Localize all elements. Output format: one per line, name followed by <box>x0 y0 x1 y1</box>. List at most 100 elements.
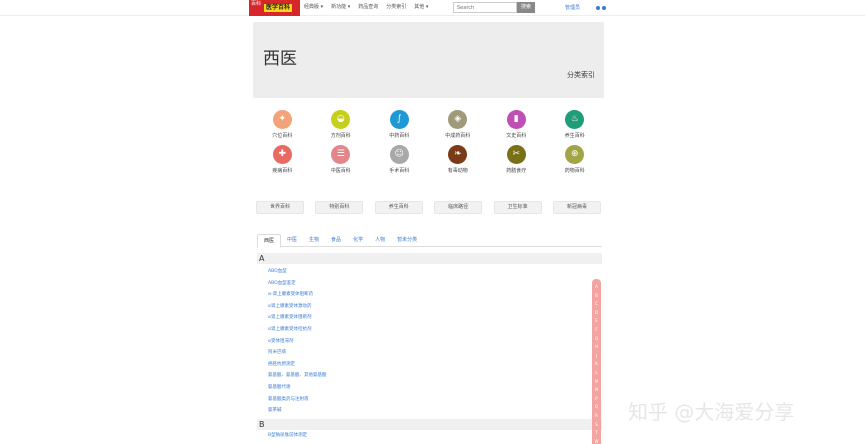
alphabet-letter[interactable]: F <box>595 326 597 335</box>
poisonous-animal-icon: ❧ <box>448 145 468 164</box>
disease-icon: ✚ <box>272 145 292 164</box>
nav-item-new-features[interactable]: 新功能 ▾ <box>331 3 350 12</box>
nav-item-category-index[interactable]: 分类索引 <box>386 3 406 12</box>
alphabet-letter[interactable]: C <box>595 300 598 309</box>
category-button[interactable]: 养生百科 <box>374 201 423 214</box>
category-item[interactable]: ◈ 中成药百科 <box>429 110 488 139</box>
alphabet-letter[interactable]: S <box>595 421 598 430</box>
letter-header-b: B <box>257 419 602 430</box>
entry-link[interactable]: α肾上腺素受体激动药 <box>268 301 327 313</box>
category-label: 有毒动物 <box>447 168 468 174</box>
category-item[interactable]: ✚ 疾病百科 <box>253 145 312 174</box>
category-label: 养生百科 <box>564 133 585 139</box>
alphabet-letter[interactable]: A <box>595 283 598 292</box>
category-button[interactable]: 临床路径 <box>434 201 483 214</box>
main-nav: 经典版 ▾ 新功能 ▾ 药品查询 分类索引 其他 ▾ <box>304 3 428 12</box>
category-label: 中药百科 <box>389 133 410 139</box>
category-item[interactable]: ◒ 方剂百科 <box>312 110 371 139</box>
herb-icon: ∫ <box>389 110 409 129</box>
top-bar: 百科 医学百科 经典版 ▾ 新功能 ▾ 药品查询 分类索引 其他 ▾ 搜索 管理… <box>0 0 865 16</box>
entry-link[interactable]: 氨基酸、氨基酸、其他氨基酸 <box>268 370 327 382</box>
entry-link[interactable]: 氨基酸代谢 <box>268 382 327 394</box>
watermark: 知乎 @大海爱分享 <box>628 400 795 424</box>
surgery-icon: ☺ <box>389 145 409 164</box>
entry-link[interactable]: B型钠尿肽前体测定 <box>268 432 307 438</box>
category-item[interactable]: ❧ 有毒动物 <box>429 145 488 174</box>
tcm-icon: ☰ <box>331 145 351 164</box>
tab-item[interactable]: 化学 <box>347 234 369 246</box>
alphabet-letter[interactable]: T <box>595 429 597 438</box>
category-label: 中成药百科 <box>445 133 471 139</box>
category-item[interactable]: ☺ 手术百科 <box>370 145 429 174</box>
category-item[interactable]: ∫ 中药百科 <box>370 110 429 139</box>
tab-item[interactable]: 食品 <box>325 234 347 246</box>
category-item[interactable]: ♨ 养生百科 <box>546 110 605 139</box>
tab-item[interactable]: 人物 <box>369 234 391 246</box>
status-dot-icon <box>596 6 600 10</box>
tab-item[interactable]: 生物 <box>303 234 325 246</box>
entry-link[interactable]: 癌胚抗原测定 <box>268 359 327 371</box>
alphabet-letter[interactable]: H <box>595 343 598 352</box>
alphabet-letter[interactable]: D <box>595 309 598 318</box>
entry-link[interactable]: 氨茶碱 <box>268 405 327 417</box>
alphabet-letter[interactable]: G <box>595 335 598 344</box>
drug-icon: ⊕ <box>565 145 585 164</box>
alphabet-letter[interactable]: J <box>596 352 597 361</box>
entry-link[interactable]: ABO血型 <box>268 266 327 278</box>
nav-item-other[interactable]: 其他 ▾ <box>414 3 428 12</box>
tab-item[interactable]: 西医 <box>257 234 282 248</box>
category-label: 手术百科 <box>389 168 410 174</box>
alphabet-letter[interactable]: B <box>595 292 598 301</box>
search-button[interactable]: 搜索 <box>517 2 535 13</box>
alphabet-letter[interactable]: M <box>595 378 598 387</box>
category-button[interactable]: 世界百科 <box>256 201 304 214</box>
entry-link[interactable]: 阿米巴病 <box>268 347 327 359</box>
entry-link[interactable]: α受体阻滞剂 <box>268 336 327 348</box>
category-label: 文史百科 <box>506 133 527 139</box>
category-item[interactable]: ▮ 文史百科 <box>487 110 546 139</box>
category-icon-grid: ✦ 穴位百科 ◒ 方剂百科 ∫ 中药百科 ◈ 中成药百科 ▮ 文史百科 ♨ 养生百科 ✚ 疾病百科 ☰ 中医百… <box>253 110 604 174</box>
diet-therapy-icon: ✂ <box>506 145 526 164</box>
category-item[interactable]: ⊕ 药物百科 <box>546 145 605 174</box>
admin-link[interactable]: 管理员 <box>565 4 580 11</box>
category-button[interactable]: 新冠病毒 <box>552 201 601 214</box>
nav-item-classic[interactable]: 经典版 ▾ <box>304 3 323 12</box>
category-index-link[interactable]: 分类索引 <box>567 70 595 80</box>
alphabet-letter[interactable]: R <box>595 412 598 421</box>
entry-link[interactable]: α肾上腺素受体阻断剂 <box>268 312 327 324</box>
entry-list-a: ABO血型 ABO血型鉴定 α-肾上腺素受体阻断药 α肾上腺素受体激动药 α肾上腺素受体… <box>268 266 327 417</box>
category-label: 方剂百科 <box>330 133 351 139</box>
alphabet-letter[interactable]: Q <box>595 403 598 412</box>
tab-item[interactable]: 中医 <box>281 234 303 246</box>
page-header: 西医 分类索引 <box>253 22 604 98</box>
category-item[interactable]: ✦ 穴位百科 <box>253 110 312 139</box>
logo-mark: 百科 <box>251 1 262 7</box>
page-title: 西医 <box>263 49 297 69</box>
health-icon: ♨ <box>565 110 585 129</box>
entry-link[interactable]: α肾上腺素受体拮抗剂 <box>268 324 327 336</box>
category-item[interactable]: ☰ 中医百科 <box>312 145 371 174</box>
history-icon: ▮ <box>506 110 526 129</box>
category-label: 中医百科 <box>330 168 351 174</box>
search-input[interactable] <box>453 2 517 13</box>
entry-link[interactable]: ABO血型鉴定 <box>268 278 327 290</box>
acupoint-icon: ✦ <box>272 110 292 129</box>
status-dot-icon <box>602 6 606 10</box>
entry-link[interactable]: α-肾上腺素受体阻断药 <box>268 289 327 301</box>
entry-link[interactable]: 氨基酸类药与注射液 <box>268 394 327 406</box>
alphabet-letter[interactable]: N <box>595 386 598 395</box>
alphabet-letter[interactable]: E <box>595 317 598 326</box>
alphabet-letter[interactable]: L <box>595 369 597 378</box>
category-button[interactable]: 卫生标准 <box>493 201 542 214</box>
alphabet-letter[interactable]: K <box>595 360 598 369</box>
nav-item-drug-search[interactable]: 药品查询 <box>358 3 378 12</box>
category-button-row: 世界百科 特别百科 养生百科 临床路径 卫生标准 新冠病毒 <box>256 201 601 214</box>
prescription-icon: ◒ <box>331 110 351 129</box>
alphabet-letter[interactable]: W <box>595 438 599 444</box>
category-button[interactable]: 特别百科 <box>315 201 364 214</box>
site-logo[interactable]: 百科 医学百科 <box>249 0 300 16</box>
tab-item[interactable]: 暂未分类 <box>391 234 423 246</box>
category-label: 穴位百科 <box>272 133 293 139</box>
category-item[interactable]: ✂ 药膳食疗 <box>487 145 546 174</box>
alphabet-letter[interactable]: P <box>595 395 597 404</box>
